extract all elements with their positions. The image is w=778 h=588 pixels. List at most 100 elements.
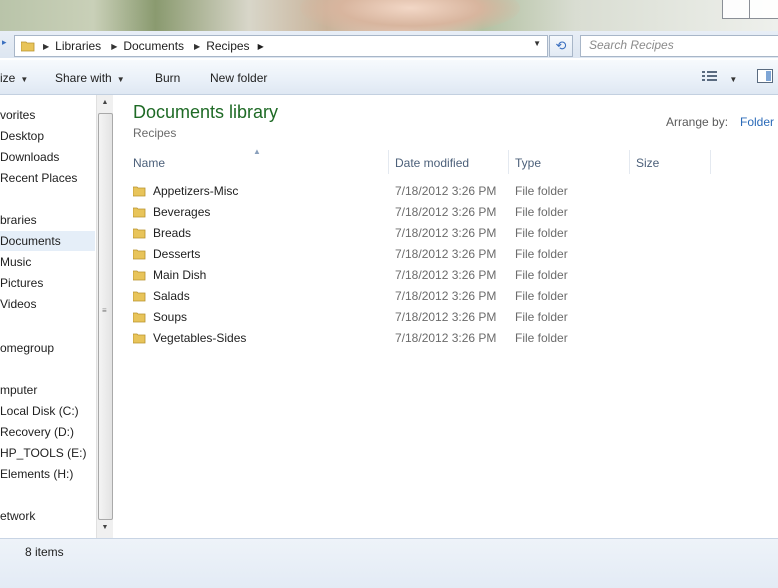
maximize-button[interactable] (749, 0, 778, 19)
breadcrumb-recipes[interactable]: Recipes (206, 39, 249, 53)
breadcrumb-arrow-icon[interactable]: ▶ (194, 42, 200, 51)
preview-pane-icon (757, 69, 773, 83)
file-type: File folder (515, 289, 568, 303)
file-type: File folder (515, 205, 568, 219)
nav-scrollbar[interactable]: ▲ ≡ ▼ (96, 95, 113, 538)
file-name: Main Dish (153, 268, 207, 282)
column-divider[interactable] (508, 150, 509, 174)
column-divider[interactable] (388, 150, 389, 174)
status-bar: 8 items (0, 538, 778, 588)
organize-label: ize (0, 71, 16, 85)
nav-pictures[interactable]: Pictures (0, 273, 95, 293)
folder-icon (133, 186, 146, 197)
nav-libraries[interactable]: braries (0, 210, 95, 230)
nav-videos[interactable]: Videos (0, 294, 95, 314)
search-input[interactable] (581, 36, 759, 54)
folder-icon (133, 207, 146, 218)
column-header-date[interactable]: Date modified (395, 156, 469, 170)
file-name: Vegetables-Sides (153, 331, 247, 345)
file-row[interactable]: Salads 7/18/2012 3:26 PM File folder (113, 286, 778, 307)
file-type: File folder (515, 310, 568, 324)
nav-desktop[interactable]: Desktop (0, 126, 95, 146)
breadcrumb-arrow-icon[interactable]: ▶ (43, 42, 49, 51)
file-name: Appetizers-Misc (153, 184, 239, 198)
folder-icon (133, 312, 146, 323)
file-date: 7/18/2012 3:26 PM (395, 268, 497, 282)
breadcrumb[interactable]: ▶ Libraries (39, 39, 101, 53)
arrange-by-label: Arrange by: (666, 115, 729, 129)
nav-documents[interactable]: Documents (0, 231, 95, 251)
navigation-pane: vorites Desktop Downloads Recent Places … (0, 95, 97, 538)
scroll-up-arrow-icon[interactable]: ▲ (97, 95, 113, 111)
nav-elements-h[interactable]: Elements (H:) (0, 464, 95, 484)
file-date: 7/18/2012 3:26 PM (395, 226, 497, 240)
minimize-button[interactable] (722, 0, 750, 19)
breadcrumb[interactable]: ▶ Documents (107, 39, 184, 53)
file-date: 7/18/2012 3:26 PM (395, 331, 497, 345)
file-name: Salads (153, 289, 190, 303)
nav-music[interactable]: Music (0, 252, 95, 272)
arrange-by-dropdown[interactable]: Folder (740, 115, 774, 129)
column-divider[interactable] (710, 150, 711, 174)
breadcrumb[interactable]: ▶ Recipes (190, 39, 250, 53)
breadcrumb-arrow-icon[interactable]: ▶ (111, 42, 117, 51)
folder-icon (133, 291, 146, 302)
library-subtitle: Recipes (133, 126, 177, 140)
file-row[interactable]: Soups 7/18/2012 3:26 PM File folder (113, 307, 778, 328)
file-type: File folder (515, 331, 568, 345)
address-row: ▸ ▶ Libraries ▶ Documents ▶ Recipes ▶ ▼ … (0, 31, 778, 58)
folder-icon (133, 249, 146, 260)
refresh-icon: ⟲ (555, 38, 567, 53)
chevron-down-icon: ▼ (116, 75, 125, 84)
folder-icon (133, 333, 146, 344)
nav-hp-tools-e[interactable]: HP_TOOLS (E:) (0, 443, 95, 463)
burn-button[interactable]: Burn (155, 71, 180, 85)
file-date: 7/18/2012 3:26 PM (395, 247, 497, 261)
organize-button[interactable]: ize ▼ (0, 71, 28, 85)
nav-downloads[interactable]: Downloads (0, 147, 95, 167)
command-toolbar: ize ▼ Share with ▼ Burn New folder ▼ (0, 60, 778, 95)
scroll-down-arrow-icon[interactable]: ▼ (97, 520, 113, 536)
chevron-down-icon: ▼ (729, 75, 738, 84)
file-row[interactable]: Breads 7/18/2012 3:26 PM File folder (113, 223, 778, 244)
nav-recent-places[interactable]: Recent Places (0, 168, 95, 188)
address-bar[interactable]: ▶ Libraries ▶ Documents ▶ Recipes ▶ ▼ (14, 35, 548, 57)
breadcrumb-libraries[interactable]: Libraries (55, 39, 101, 53)
file-row[interactable]: Main Dish 7/18/2012 3:26 PM File folder (113, 265, 778, 286)
scrollbar-grip-icon: ≡ (102, 306, 107, 315)
nav-recovery-d[interactable]: Recovery (D:) (0, 422, 95, 442)
scrollbar-thumb[interactable]: ≡ (98, 113, 113, 520)
preview-pane-button[interactable] (757, 69, 773, 86)
nav-favorites[interactable]: vorites (0, 105, 95, 125)
view-options-button[interactable]: ▼ (702, 70, 737, 85)
new-folder-button[interactable]: New folder (210, 71, 267, 85)
column-divider[interactable] (629, 150, 630, 174)
file-row[interactable]: Desserts 7/18/2012 3:26 PM File folder (113, 244, 778, 265)
file-row[interactable]: Beverages 7/18/2012 3:26 PM File folder (113, 202, 778, 223)
address-dropdown-icon[interactable]: ▼ (533, 39, 541, 48)
file-name: Soups (153, 310, 188, 324)
details-view-icon (702, 71, 717, 81)
refresh-button[interactable]: ⟲ (549, 35, 573, 57)
search-box[interactable] (580, 35, 778, 57)
library-title: Documents library (133, 102, 279, 122)
nav-local-disk-c[interactable]: Local Disk (C:) (0, 401, 95, 421)
breadcrumb-documents[interactable]: Documents (123, 39, 184, 53)
column-header-size[interactable]: Size (636, 156, 659, 170)
file-date: 7/18/2012 3:26 PM (395, 289, 497, 303)
file-row[interactable]: Vegetables-Sides 7/18/2012 3:26 PM File … (113, 328, 778, 349)
file-row[interactable]: Appetizers-Misc 7/18/2012 3:26 PM File f… (113, 181, 778, 202)
file-name: Beverages (153, 205, 211, 219)
nav-network[interactable]: etwork (0, 506, 95, 526)
column-header-name[interactable]: Name (133, 156, 165, 170)
folder-icon (133, 270, 146, 281)
sort-ascending-icon: ▲ (253, 147, 261, 156)
chevron-down-icon: ▼ (20, 75, 29, 84)
file-date: 7/18/2012 3:26 PM (395, 205, 497, 219)
breadcrumb-arrow-icon[interactable]: ▶ (258, 42, 264, 51)
nav-homegroup[interactable]: omegroup (0, 338, 95, 358)
column-header-type[interactable]: Type (515, 156, 541, 170)
share-with-button[interactable]: Share with ▼ (55, 71, 125, 85)
back-arrow-icon[interactable]: ▸ (2, 37, 7, 48)
nav-computer[interactable]: mputer (0, 380, 95, 400)
